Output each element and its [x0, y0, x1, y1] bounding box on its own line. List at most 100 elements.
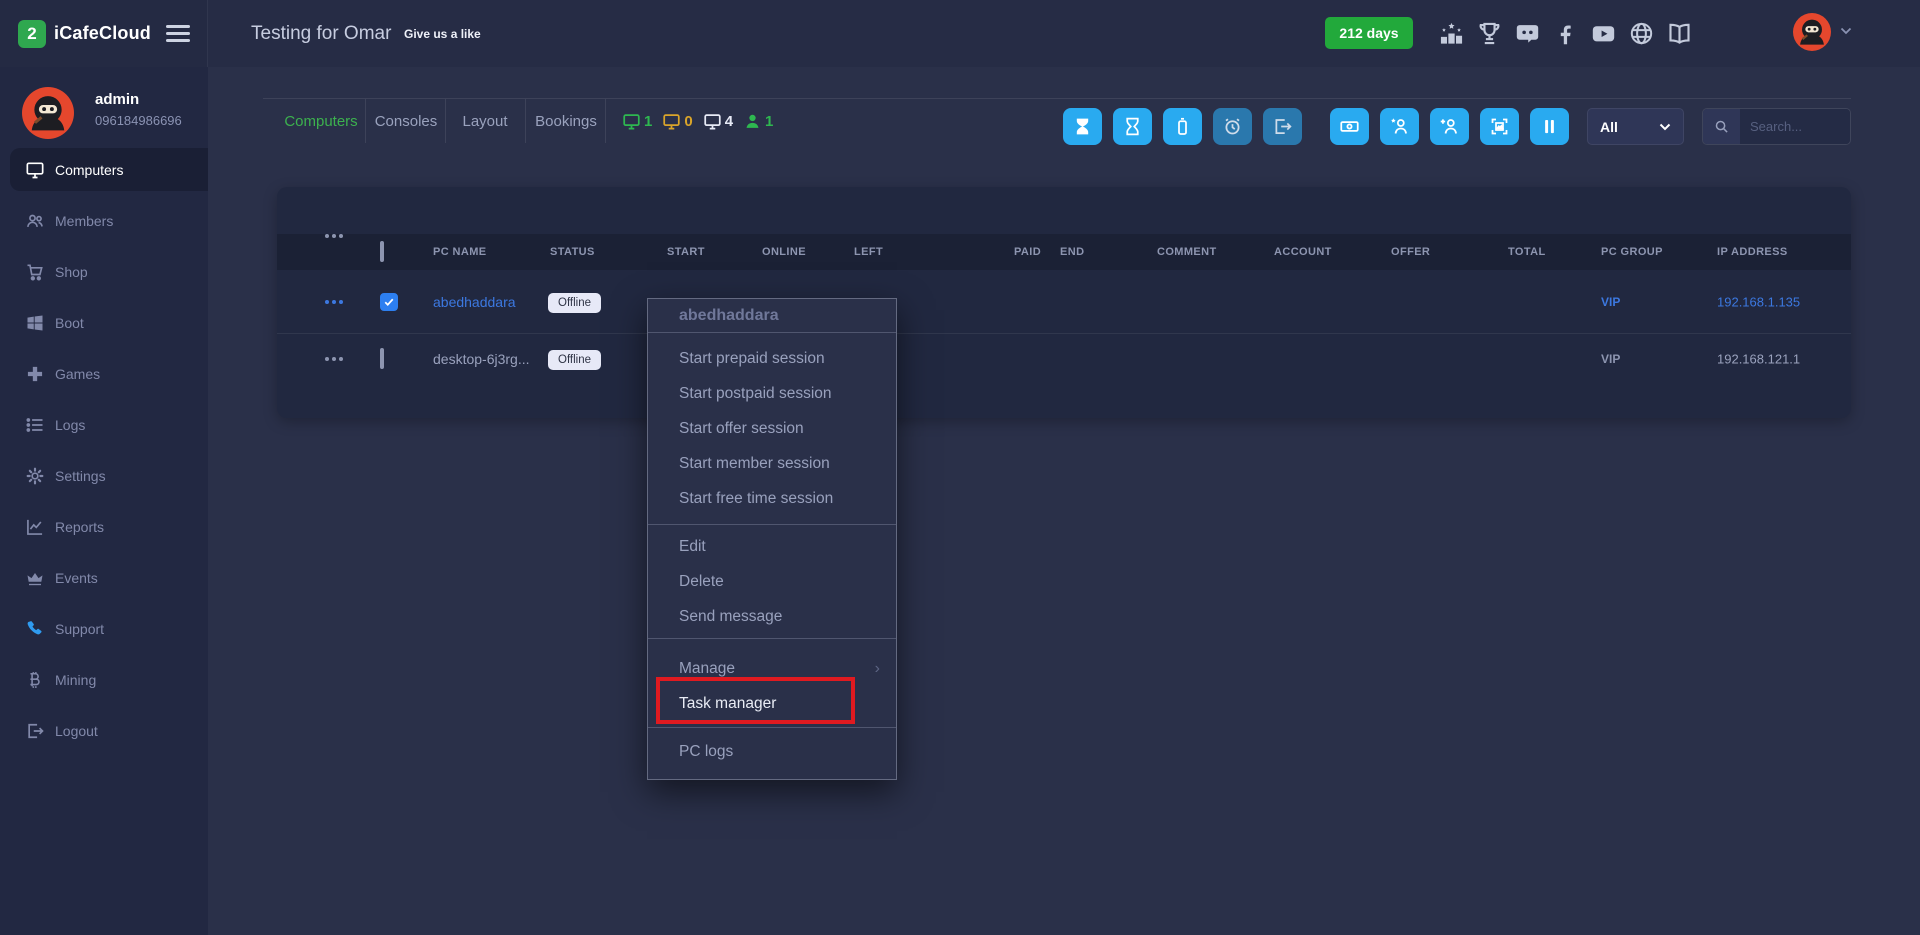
search-input[interactable]: [1740, 109, 1850, 144]
alarm-clock-button[interactable]: [1213, 108, 1252, 145]
col-header-offer: OFFER: [1391, 234, 1430, 270]
youtube-icon[interactable]: [1590, 20, 1617, 47]
monitor-white-icon: [703, 112, 722, 131]
chart-icon: [25, 517, 45, 537]
row-actions-button[interactable]: [325, 357, 343, 361]
menu-item-start-free-time-session[interactable]: Start free time session: [648, 481, 896, 516]
admin-avatar[interactable]: [22, 87, 74, 139]
sidebar-toggle-button[interactable]: [166, 25, 190, 42]
chevron-down-icon[interactable]: [1840, 27, 1852, 35]
status-badge: Offline: [548, 293, 601, 313]
sidebar-item-mining[interactable]: Mining: [10, 658, 208, 701]
member-counter[interactable]: 1: [743, 112, 773, 131]
pc-name-link[interactable]: abedhaddara: [433, 294, 516, 310]
topbar: 2 iCafeCloud Testing for Omar Give us a …: [0, 0, 1920, 67]
gamepad-icon: [25, 364, 45, 384]
battery-button[interactable]: [1163, 108, 1202, 145]
sidebar-item-logout[interactable]: Logout: [10, 709, 208, 752]
col-header-comment: COMMENT: [1157, 234, 1217, 270]
col-header-total: TOTAL: [1508, 234, 1546, 270]
tab-consoles[interactable]: Consoles: [375, 99, 438, 143]
sidebar-item-computers[interactable]: Computers: [10, 148, 208, 191]
list-icon: [25, 415, 45, 435]
online-pc-counter[interactable]: 1: [622, 112, 652, 131]
context-menu-title: abedhaddara: [648, 299, 896, 332]
globe-icon[interactable]: [1628, 20, 1655, 47]
user-avatar[interactable]: [1793, 13, 1831, 51]
tab-computers[interactable]: Computers: [284, 99, 357, 143]
pc-context-menu: abedhaddara Start prepaid session Start …: [647, 298, 897, 780]
sidebar-item-boot[interactable]: Boot: [10, 301, 208, 344]
total-pc-counter[interactable]: 4: [703, 112, 733, 131]
license-days-badge[interactable]: 212 days: [1325, 17, 1413, 49]
menu-item-edit[interactable]: Edit: [648, 529, 896, 564]
menu-item-pc-logs[interactable]: PC logs: [648, 734, 896, 769]
facebook-icon[interactable]: [1552, 20, 1579, 47]
discord-icon[interactable]: [1514, 20, 1541, 47]
row-checkbox[interactable]: [380, 350, 384, 368]
table-header-row: PC NAME STATUS START ONLINE LEFT PAID EN…: [277, 234, 1851, 270]
pause-button[interactable]: [1530, 108, 1569, 145]
give-us-a-like-link[interactable]: Give us a like: [404, 0, 481, 67]
sidebar-item-reports[interactable]: Reports: [10, 505, 208, 548]
screenshot-icon: [1489, 116, 1510, 137]
phone-icon: [25, 619, 45, 639]
tab-layout[interactable]: Layout: [462, 99, 507, 143]
col-header-paid: PAID: [1014, 234, 1041, 270]
col-header-left: LEFT: [854, 234, 883, 270]
sidebar-item-shop[interactable]: Shop: [10, 250, 208, 293]
hourglass-outline-icon: [1122, 116, 1143, 137]
col-header-ip-address: IP ADDRESS: [1717, 234, 1788, 270]
member-green-icon: [743, 112, 762, 131]
sidebar-item-settings[interactable]: Settings: [10, 454, 208, 497]
row-actions-button[interactable]: [325, 300, 343, 304]
pending-pc-counter[interactable]: 0: [662, 112, 692, 131]
menu-item-delete[interactable]: Delete: [648, 564, 896, 599]
trophy-icon[interactable]: [1476, 20, 1503, 47]
menu-item-start-prepaid-session[interactable]: Start prepaid session: [648, 341, 896, 376]
status-badge: Offline: [548, 350, 601, 370]
col-header-status: STATUS: [550, 234, 595, 270]
topbar-links: [1438, 0, 1693, 67]
tab-bookings[interactable]: Bookings: [535, 99, 597, 143]
menu-item-start-offer-session[interactable]: Start offer session: [648, 411, 896, 446]
sidebar-item-events[interactable]: Events: [10, 556, 208, 599]
pc-group-value: VIP: [1601, 352, 1620, 366]
menu-item-manage[interactable]: Manage ›: [648, 651, 896, 686]
member-add-button[interactable]: [1430, 108, 1469, 145]
admin-phone: 096184986696: [95, 113, 182, 128]
cart-icon: [25, 262, 45, 282]
guide-book-icon[interactable]: [1666, 20, 1693, 47]
hourglass-outline-button[interactable]: [1113, 108, 1152, 145]
leaderboard-icon[interactable]: [1438, 20, 1465, 47]
sidebar-item-support[interactable]: Support: [10, 607, 208, 650]
sidebar: admin 096184986696 Computers Members Sho…: [0, 67, 208, 935]
col-header-account: ACCOUNT: [1274, 234, 1332, 270]
hourglass-filled-button[interactable]: [1063, 108, 1102, 145]
sidebar-item-games[interactable]: Games: [10, 352, 208, 395]
cafe-title: Testing for Omar: [251, 0, 391, 67]
col-header-end: END: [1060, 234, 1084, 270]
select-all-checkbox[interactable]: [380, 243, 384, 261]
menu-item-start-postpaid-session[interactable]: Start postpaid session: [648, 376, 896, 411]
cash-icon: [1339, 116, 1360, 137]
pc-name-link[interactable]: desktop-6j3rg...: [433, 351, 530, 367]
member-star-button[interactable]: [1380, 108, 1419, 145]
hourglass-filled-icon: [1072, 116, 1093, 137]
col-header-online: ONLINE: [762, 234, 806, 270]
menu-item-send-message[interactable]: Send message: [648, 599, 896, 634]
sign-out-button[interactable]: [1263, 108, 1302, 145]
icafecloud-logo-icon: 2: [18, 20, 46, 48]
sidebar-item-members[interactable]: Members: [10, 199, 208, 242]
table-row: desktop-6j3rg... Offline VIP 192.168.121…: [277, 333, 1851, 383]
row-checkbox[interactable]: [380, 293, 398, 311]
monitor-icon: [25, 160, 45, 180]
col-header-pc-name: PC NAME: [433, 234, 487, 270]
screenshot-button[interactable]: [1480, 108, 1519, 145]
menu-item-start-member-session[interactable]: Start member session: [648, 446, 896, 481]
pc-group-filter-select[interactable]: All: [1587, 108, 1684, 145]
cash-button[interactable]: [1330, 108, 1369, 145]
sidebar-item-logs[interactable]: Logs: [10, 403, 208, 446]
windows-icon: [25, 313, 45, 333]
menu-item-task-manager[interactable]: Task manager: [648, 686, 896, 721]
